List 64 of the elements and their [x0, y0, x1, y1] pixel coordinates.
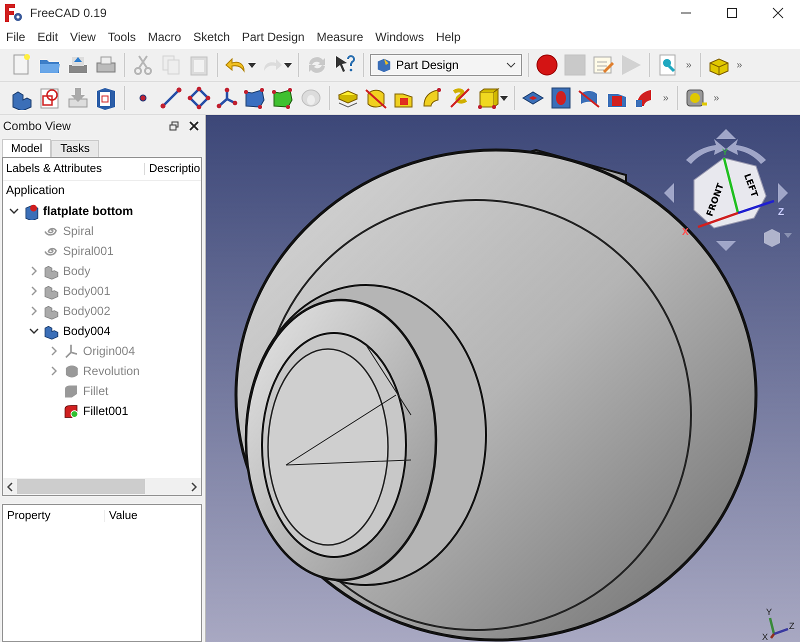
panel-title: Combo View — [3, 119, 71, 133]
tree-item[interactable]: Spiral001 — [63, 244, 114, 258]
column-header[interactable]: Descriptio — [145, 163, 200, 175]
workbench-dropdown[interactable]: Part Design — [370, 54, 522, 76]
tree-item[interactable]: Revolution — [83, 364, 140, 378]
dropdown-arrow-icon[interactable] — [500, 96, 508, 100]
face-icon[interactable] — [271, 86, 295, 110]
helix-icon[interactable] — [448, 86, 472, 110]
tree-item[interactable]: Spiral — [63, 224, 94, 238]
workbench-icon — [376, 57, 392, 73]
app-logo-icon — [4, 2, 24, 22]
column-header[interactable]: Labels & Attributes — [3, 163, 145, 175]
menu-item[interactable]: Part Design — [238, 30, 313, 44]
overflow-button[interactable]: » — [661, 92, 671, 104]
record-icon[interactable] — [535, 53, 559, 77]
menu-item[interactable]: Help — [432, 30, 469, 44]
menu-item[interactable]: File — [2, 30, 34, 44]
column-header[interactable]: Property — [3, 510, 105, 522]
axes-icon — [63, 342, 79, 360]
tree-item[interactable]: Body002 — [63, 304, 110, 318]
dropdown-arrow-icon[interactable] — [248, 62, 256, 68]
line-icon[interactable] — [159, 86, 183, 110]
overflow-button[interactable]: » — [712, 92, 722, 104]
overflow-button[interactable]: » — [684, 60, 694, 70]
tree-item[interactable]: Fillet001 — [83, 404, 128, 418]
scroll-right-icon[interactable] — [191, 482, 197, 492]
menu-item[interactable]: Windows — [371, 30, 432, 44]
menu-item[interactable]: Edit — [33, 30, 66, 44]
axis-triad-drawing: Y Z X — [758, 604, 798, 640]
scrollbar-thumb[interactable] — [17, 479, 144, 494]
menu-item[interactable]: View — [66, 30, 104, 44]
solid-icon — [63, 362, 79, 380]
window-title: FreeCAD 0.19 — [30, 6, 108, 20]
tree-item[interactable]: Body001 — [63, 284, 110, 298]
document-icon — [23, 202, 39, 220]
tree-item[interactable]: Origin004 — [83, 344, 136, 358]
face-icon[interactable] — [243, 86, 267, 110]
clone-icon[interactable] — [94, 86, 118, 110]
column-header[interactable]: Value — [105, 510, 138, 522]
tree-root-label: Application — [5, 182, 66, 199]
solid-icon — [63, 402, 79, 420]
menu-item[interactable]: Macro — [144, 30, 190, 44]
tree-item[interactable]: Body004 — [63, 324, 110, 338]
chevron-down-icon — [506, 62, 516, 68]
cube-icon[interactable] — [476, 86, 500, 110]
hole-icon[interactable] — [549, 86, 573, 110]
maximize-icon[interactable] — [726, 6, 738, 18]
axes-icon[interactable] — [215, 86, 239, 110]
tree-item[interactable]: Body — [63, 264, 90, 278]
close-icon[interactable] — [772, 6, 784, 18]
menu-item[interactable]: Measure — [312, 30, 372, 44]
undock-icon[interactable] — [169, 121, 179, 131]
menu-item[interactable]: Tools — [104, 30, 144, 44]
overflow-button[interactable]: » — [734, 60, 744, 70]
tree-item[interactable]: Fillet — [83, 384, 108, 398]
menu-item[interactable]: Sketch — [189, 30, 238, 44]
tree-item[interactable]: flatplate bottom — [43, 204, 133, 218]
close-icon[interactable] — [189, 121, 199, 131]
solid-icon — [63, 382, 79, 400]
panel-tab[interactable]: Tasks — [51, 140, 99, 157]
panel-tab[interactable]: Model — [2, 139, 52, 157]
scroll-left-icon[interactable] — [7, 482, 13, 492]
dropdown-arrow-icon[interactable] — [284, 62, 292, 68]
plane-icon[interactable] — [187, 86, 211, 110]
